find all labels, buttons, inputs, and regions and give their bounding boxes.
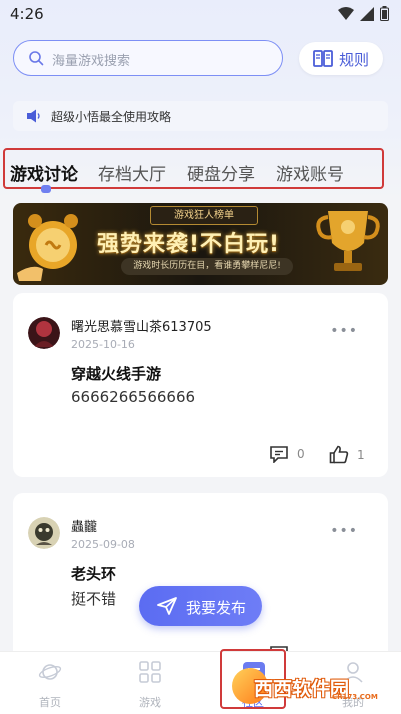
banner-top-label: 游戏狂人榜单 bbox=[150, 206, 258, 225]
search-input[interactable]: 海量游戏搜索 bbox=[13, 40, 283, 76]
notice-bar[interactable]: 超级小悟最全使用攻略 bbox=[13, 101, 388, 131]
status-time: 4:26 bbox=[10, 5, 44, 23]
nav-games-label: 游戏 bbox=[139, 696, 161, 709]
post-date: 2025-10-16 bbox=[71, 338, 135, 351]
nav-home[interactable]: 首页 bbox=[10, 652, 90, 714]
grid-icon bbox=[139, 661, 161, 683]
signal-icon bbox=[360, 6, 374, 21]
comment-count: 0 bbox=[297, 447, 305, 461]
nav-games[interactable]: 游戏 bbox=[110, 652, 190, 714]
tab-game-discussion[interactable]: 游戏讨论 bbox=[10, 160, 78, 185]
category-tabs: 游戏讨论 存档大厅 硬盘分享 游戏账号 bbox=[3, 148, 384, 193]
avatar[interactable] bbox=[28, 317, 60, 349]
avatar[interactable] bbox=[28, 517, 60, 549]
publish-button[interactable]: 我要发布 bbox=[139, 586, 262, 626]
alarm-clock-icon bbox=[17, 214, 78, 281]
more-options-icon[interactable]: ••• bbox=[330, 523, 358, 539]
comment-icon bbox=[270, 446, 288, 463]
avatar-image bbox=[28, 317, 60, 349]
search-placeholder: 海量游戏搜索 bbox=[52, 54, 131, 69]
watermark-logo: 西西软件园 CR173.COM bbox=[232, 668, 382, 706]
send-icon bbox=[157, 597, 177, 615]
rules-button[interactable]: 规则 bbox=[299, 42, 383, 75]
thumbs-up-icon bbox=[329, 445, 349, 464]
post-username[interactable]: 曙光思慕雪山茶613705 bbox=[71, 316, 212, 335]
notice-text: 超级小悟最全使用攻略 bbox=[51, 110, 172, 124]
promo-banner[interactable]: 游戏狂人榜单 强势来袭!不白玩! 游戏时长历历在目，看谁勇攀样尼尼! bbox=[13, 203, 388, 285]
status-bar: 4:26 bbox=[0, 0, 401, 30]
like-button[interactable]: 1 bbox=[329, 445, 365, 464]
tab-disk-share[interactable]: 硬盘分享 bbox=[187, 160, 255, 185]
book-icon bbox=[313, 50, 333, 67]
active-tab-indicator bbox=[41, 185, 51, 193]
wifi-icon bbox=[338, 6, 354, 20]
post-card[interactable]: 蟲龖 2025-09-08 ••• 老头环 挺不错 bbox=[13, 493, 388, 664]
status-icons bbox=[338, 6, 389, 21]
banner-subline: 游戏时长历历在目，看谁勇攀样尼尼! bbox=[121, 258, 293, 275]
banner-headline: 强势来袭!不白玩! bbox=[97, 232, 281, 257]
publish-label: 我要发布 bbox=[186, 599, 247, 617]
post-title: 穿越火线手游 bbox=[71, 365, 162, 383]
tab-game-account[interactable]: 游戏账号 bbox=[276, 160, 344, 185]
post-body: 挺不错 bbox=[71, 590, 117, 608]
post-title: 老头环 bbox=[71, 565, 117, 583]
comment-button[interactable]: 0 bbox=[269, 445, 305, 463]
watermark-subtext: CR173.COM bbox=[332, 693, 378, 701]
post-card[interactable]: 曙光思慕雪山茶613705 2025-10-16 ••• 穿越火线手游 6666… bbox=[13, 293, 388, 477]
planet-icon bbox=[38, 664, 62, 680]
post-username[interactable]: 蟲龖 bbox=[71, 516, 97, 535]
search-icon bbox=[29, 51, 44, 66]
tab-save-hall[interactable]: 存档大厅 bbox=[98, 160, 166, 185]
post-date: 2025-09-08 bbox=[71, 538, 135, 551]
nav-home-label: 首页 bbox=[39, 696, 61, 709]
trophy-icon bbox=[316, 211, 380, 271]
rules-label: 规则 bbox=[339, 51, 370, 69]
megaphone-icon bbox=[27, 109, 40, 123]
battery-icon bbox=[380, 6, 389, 21]
like-count: 1 bbox=[357, 447, 365, 462]
avatar-image bbox=[28, 517, 60, 549]
post-body: 6666266566666 bbox=[71, 388, 196, 406]
more-options-icon[interactable]: ••• bbox=[330, 323, 358, 339]
